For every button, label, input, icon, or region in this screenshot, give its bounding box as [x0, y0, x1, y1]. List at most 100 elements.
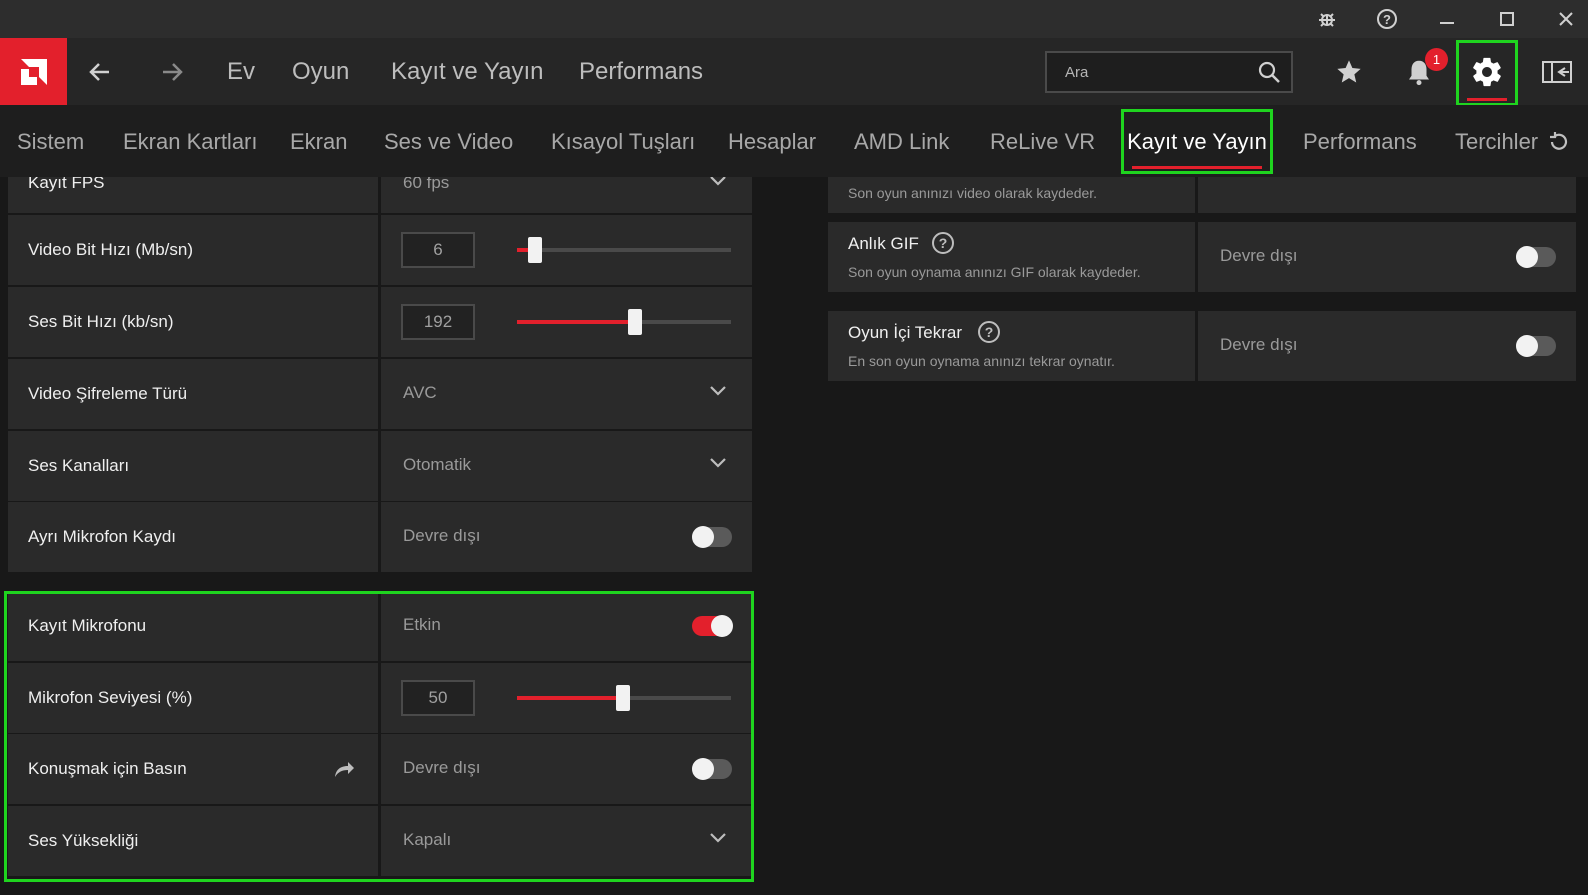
search-box: [1045, 51, 1293, 93]
dropdown-value: Otomatik: [403, 455, 472, 474]
volume-boost-dropdown[interactable]: Kapalı: [381, 806, 752, 876]
toggle-knob: [1516, 246, 1538, 268]
setting-description: En son oyun oynama anınızı tekrar oynatı…: [848, 353, 1115, 369]
separate-mic-toggle[interactable]: [692, 526, 732, 548]
setting-label-box: Oyun İçi Tekrar ? En son oyun oynama anı…: [828, 311, 1195, 381]
setting-label: Video Bit Hızı (Mb/sn): [8, 215, 378, 285]
bug-icon[interactable]: [1307, 4, 1347, 34]
toggle-knob: [711, 615, 733, 637]
forward-arrow-icon[interactable]: [152, 52, 192, 92]
notification-badge: 1: [1425, 48, 1448, 71]
instant-gif-toggle[interactable]: [1516, 246, 1556, 268]
mic-level-control: 50: [381, 663, 752, 733]
setting-row-video-bitrate: Video Bit Hızı (Mb/sn) 6: [8, 215, 752, 285]
minimize-icon[interactable]: [1427, 4, 1467, 34]
help-icon[interactable]: ?: [1367, 4, 1407, 34]
audio-bitrate-input[interactable]: 192: [401, 304, 475, 340]
dropdown-value: AVC: [403, 383, 437, 402]
tab-preferences[interactable]: Tercihler: [1455, 129, 1538, 155]
audio-channels-dropdown[interactable]: Otomatik: [381, 431, 752, 501]
toggle-state-label: Devre dışı: [1220, 246, 1298, 265]
record-mic-toggle[interactable]: [692, 615, 733, 637]
maximize-icon[interactable]: [1487, 4, 1527, 34]
sidebar-toggle-icon[interactable]: [1535, 50, 1579, 94]
slider-fill: [517, 696, 623, 700]
video-bitrate-control: 6: [381, 215, 752, 285]
slider-thumb[interactable]: [528, 237, 542, 263]
push-to-talk-toggle[interactable]: [692, 758, 732, 780]
tab-record-stream-label: Kayıt ve Yayın: [1127, 128, 1267, 154]
setting-label-box: Son oyun anınızı video olarak kaydeder.: [828, 177, 1195, 213]
tab-graphics[interactable]: Ekran Kartları: [123, 129, 258, 155]
tab-amd-link[interactable]: AMD Link: [854, 129, 949, 155]
setting-row-audio-bitrate: Ses Bit Hızı (kb/sn) 192: [8, 287, 752, 357]
setting-row-instant-replay: Son oyun anınızı video olarak kaydeder.: [828, 177, 1576, 213]
tab-hotkeys[interactable]: Kısayol Tuşları: [551, 129, 695, 155]
setting-description: Son oyun oynama anınızı GIF olarak kayde…: [848, 264, 1141, 280]
setting-title: Anlık GIF: [848, 234, 919, 253]
setting-row-push-to-talk: Konuşmak için Basın Devre dışı: [8, 734, 752, 804]
video-encoding-dropdown[interactable]: AVC: [381, 359, 752, 429]
slider-thumb[interactable]: [628, 309, 642, 335]
dropdown-value: 60 fps: [403, 177, 450, 192]
instant-replay-control: [1198, 177, 1576, 213]
slider-fill: [517, 320, 635, 324]
setting-row-record-fps: Kayıt FPS 60 fps: [8, 177, 752, 213]
video-bitrate-input[interactable]: 6: [401, 232, 475, 268]
tab-display[interactable]: Ekran: [290, 129, 347, 155]
setting-label: Ses Kanalları: [8, 431, 378, 501]
push-to-talk-control: Devre dışı: [381, 734, 752, 804]
setting-label: Video Şifreleme Türü: [8, 359, 378, 429]
toggle-state-label: Devre dışı: [403, 526, 481, 545]
tab-accounts[interactable]: Hesaplar: [728, 129, 816, 155]
setting-label: Kayıt FPS: [8, 177, 378, 213]
separate-mic-control: Devre dışı: [381, 502, 752, 572]
tab-system[interactable]: Sistem: [17, 129, 84, 155]
tab-relive-vr[interactable]: ReLive VR: [990, 129, 1095, 155]
nav-record-stream[interactable]: Kayıt ve Yayın: [391, 58, 544, 86]
nav-performance[interactable]: Performans: [579, 58, 703, 86]
video-bitrate-slider[interactable]: [517, 237, 731, 263]
close-icon[interactable]: [1546, 4, 1586, 34]
search-icon[interactable]: [1257, 60, 1281, 89]
dropdown-value: Kapalı: [403, 830, 452, 849]
back-arrow-icon[interactable]: [80, 52, 120, 92]
help-icon[interactable]: ?: [978, 321, 1000, 343]
audio-bitrate-slider[interactable]: [517, 309, 731, 335]
tab-record-stream[interactable]: Kayıt ve Yayın: [1121, 109, 1273, 174]
toggle-state-label: Devre dışı: [1220, 335, 1298, 354]
mic-level-slider[interactable]: [517, 685, 731, 711]
toggle-state-label: Devre dışı: [403, 758, 481, 777]
search-input[interactable]: [1047, 53, 1247, 91]
setting-title: Oyun İçi Tekrar: [848, 323, 963, 342]
in-game-replay-control: Devre dışı: [1198, 311, 1576, 381]
setting-row-separate-mic: Ayrı Mikrofon Kaydı Devre dışı: [8, 502, 752, 572]
settings-content: Kayıt FPS 60 fps Video Bit Hızı (Mb/sn) …: [0, 177, 1588, 895]
help-icon[interactable]: ?: [932, 232, 954, 254]
tab-performance[interactable]: Performans: [1303, 129, 1417, 155]
setting-label: Mikrofon Seviyesi (%): [8, 663, 378, 733]
fps-dropdown[interactable]: 60 fps: [381, 177, 752, 213]
toggle-knob: [1516, 335, 1538, 357]
amd-logo[interactable]: [0, 38, 67, 105]
push-to-talk-label: Konuşmak için Basın: [28, 759, 187, 778]
tab-audio-video[interactable]: Ses ve Video: [384, 129, 513, 155]
instant-gif-control: Devre dışı: [1198, 222, 1576, 292]
setting-label: Kayıt Mikrofonu: [8, 591, 378, 661]
share-arrow-icon[interactable]: [332, 758, 356, 785]
top-navigation: Ev Oyun Kayıt ve Yayın Performans 1: [0, 38, 1588, 106]
toggle-state-label: Etkin: [403, 615, 441, 634]
star-icon[interactable]: [1327, 50, 1371, 94]
reset-icon[interactable]: [1547, 130, 1571, 159]
nav-gaming[interactable]: Oyun: [292, 58, 349, 86]
mic-level-input[interactable]: 50: [401, 680, 475, 716]
setting-label: Ayrı Mikrofon Kaydı: [8, 502, 378, 572]
in-game-replay-toggle[interactable]: [1516, 335, 1556, 357]
toggle-knob: [692, 758, 714, 780]
gear-icon[interactable]: [1465, 50, 1509, 94]
settings-tabs: Sistem Ekran Kartları Ekran Ses ve Video…: [0, 105, 1588, 177]
nav-home[interactable]: Ev: [227, 58, 255, 86]
chevron-down-icon: [708, 383, 728, 403]
slider-thumb[interactable]: [616, 685, 630, 711]
setting-label: Ses Yüksekliği: [8, 806, 378, 876]
